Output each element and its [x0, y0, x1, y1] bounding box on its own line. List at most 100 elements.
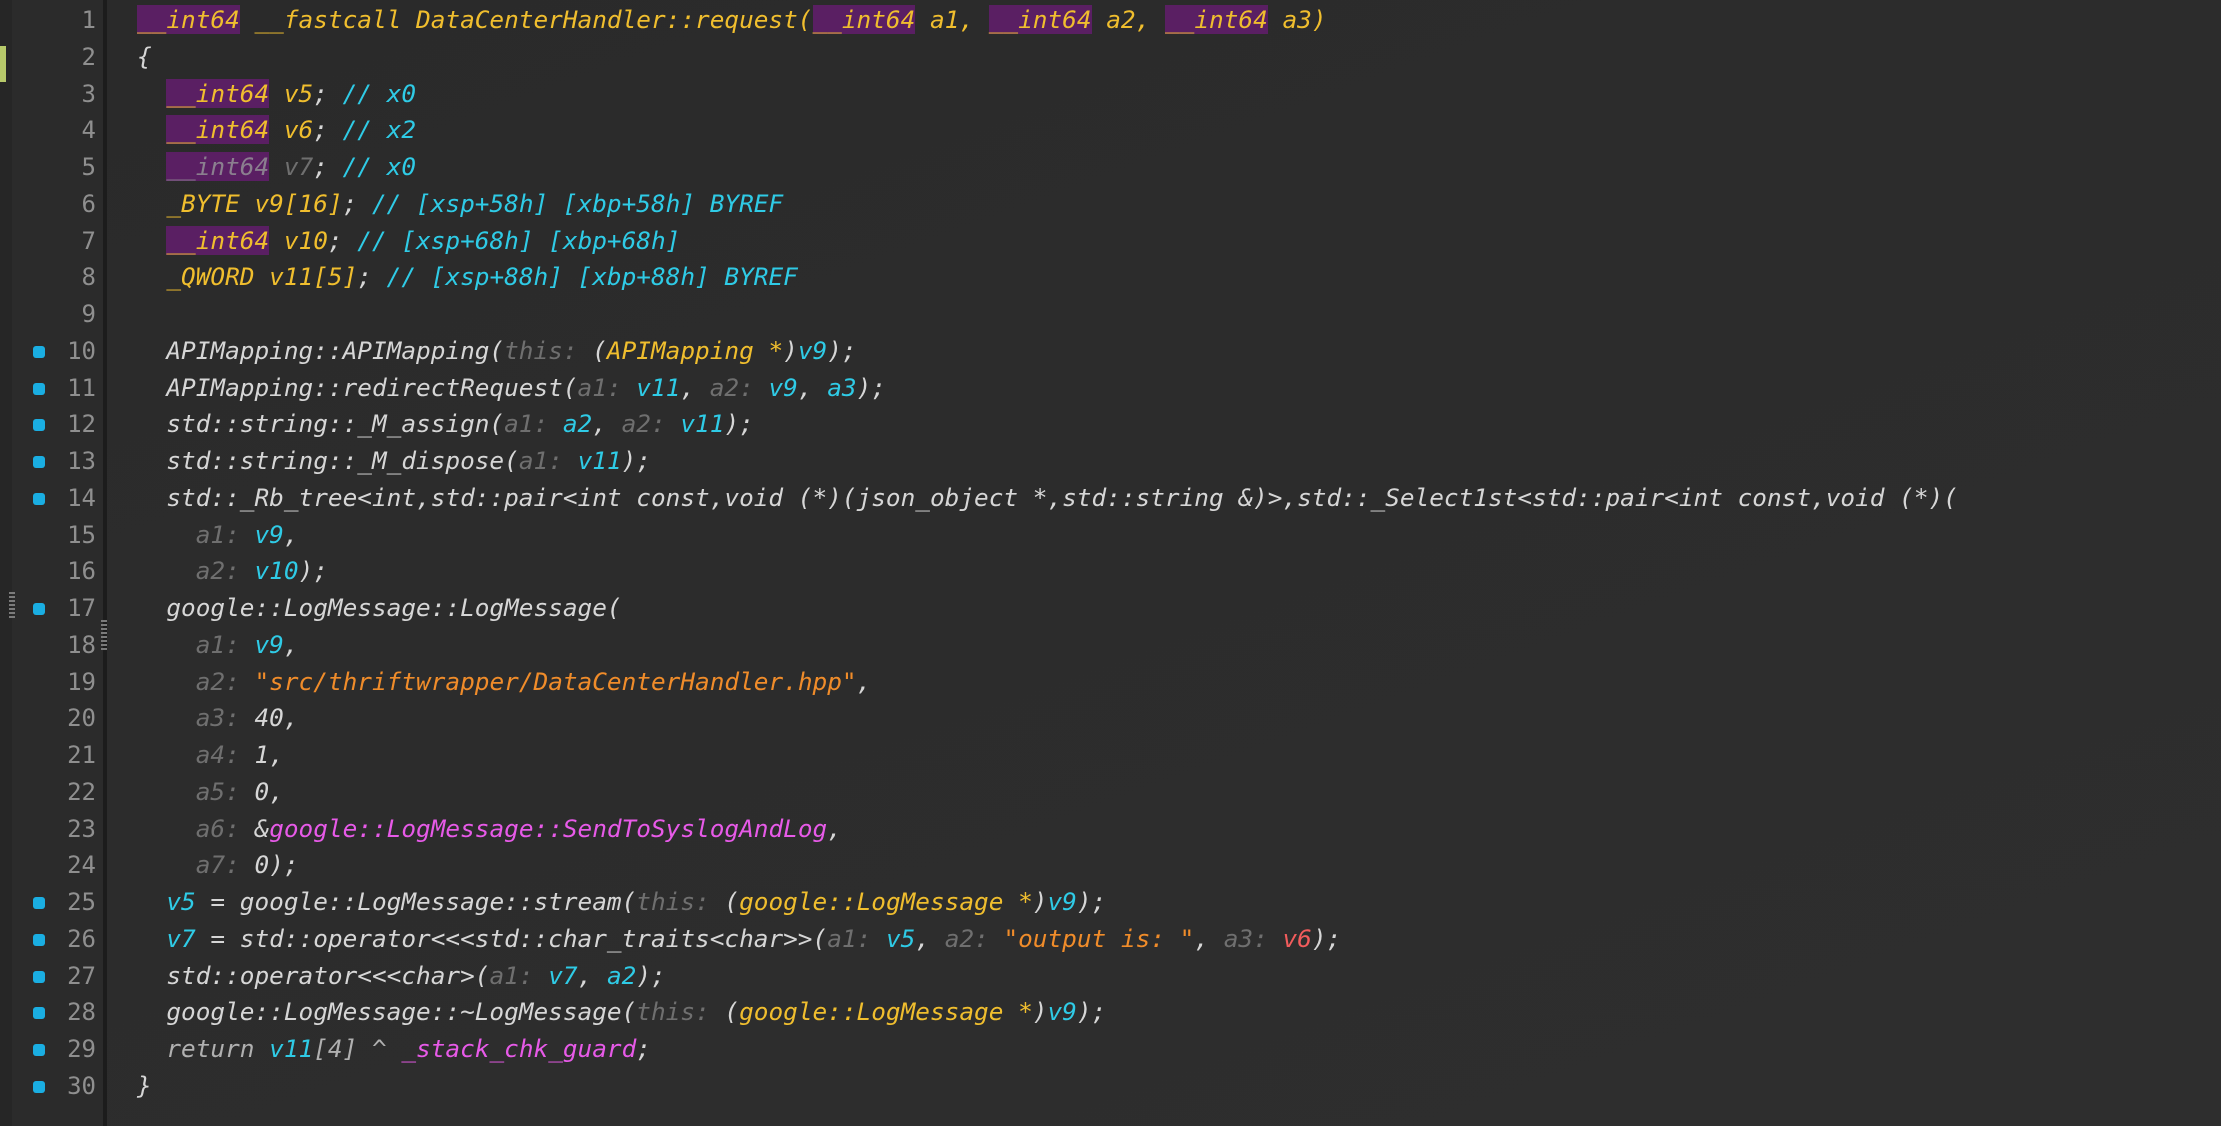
code-token: 0	[254, 850, 270, 880]
breakpoint-marker-icon[interactable]	[33, 382, 45, 395]
code-text[interactable]: a7: 0);	[137, 847, 299, 884]
line-number: 2	[81, 42, 96, 71]
code-line[interactable]: 6 _BYTE v9[16]; // [xsp+58h] [xbp+58h] B…	[0, 186, 2221, 223]
code-text[interactable]: a1: v9,	[137, 517, 299, 554]
code-text[interactable]: std::string::_M_dispose(a1: v11);	[137, 443, 651, 480]
code-text[interactable]: a4: 1,	[137, 737, 284, 774]
code-text[interactable]: a2: "src/thriftwrapper/DataCenterHandler…	[137, 664, 872, 701]
code-text[interactable]: _QWORD v11[5]; // [xsp+88h] [xbp+88h] BY…	[137, 259, 797, 296]
code-line[interactable]: 9	[0, 296, 2221, 333]
breakpoint-marker-icon[interactable]	[33, 456, 45, 468]
code-line[interactable]: 26 v7 = std::operator<<<std::char_traits…	[0, 921, 2221, 958]
code-line[interactable]: 29 return v11[4] ^ _stack_chk_guard;	[0, 1031, 2221, 1068]
code-line[interactable]: 18 a1: v9,	[0, 627, 2221, 664]
breakpoint-marker-icon[interactable]	[33, 933, 45, 946]
code-text[interactable]: }	[137, 1068, 152, 1105]
code-line[interactable]: 15 a1: v9,	[0, 517, 2221, 554]
code-line[interactable]: 22 a5: 0,	[0, 774, 2221, 811]
decompiler-code-view[interactable]: 1 __int64 __fastcall DataCenterHandler::r…	[0, 0, 2221, 1126]
code-token: std::operator<<<char>(	[166, 960, 490, 990]
code-text[interactable]: __int64 __fastcall DataCenterHandler::re…	[137, 2, 1327, 39]
code-text[interactable]: {	[137, 39, 152, 76]
code-text[interactable]: std::string::_M_assign(a1: a2, a2: v11);	[137, 406, 753, 443]
code-token: __int64	[988, 5, 1092, 34]
code-line[interactable]: 14 std::_Rb_tree<int,std::pair<int const…	[0, 480, 2221, 517]
code-line[interactable]: 5 __int64 v7; // x0	[0, 149, 2221, 186]
breakpoint-marker-icon[interactable]	[33, 1044, 45, 1056]
code-token: v9	[1047, 997, 1077, 1027]
code-token: google::LogMessage::~LogMessage(	[166, 997, 637, 1027]
code-token: )	[783, 335, 798, 365]
code-line[interactable]: 28 google::LogMessage::~LogMessage(this:…	[0, 994, 2221, 1031]
code-line[interactable]: 21 a4: 1,	[0, 737, 2221, 774]
code-token: // [xsp+68h] [xbp+68h]	[357, 225, 681, 255]
code-line[interactable]: 30}	[0, 1068, 2221, 1105]
code-token: {	[137, 41, 152, 71]
code-line[interactable]: 27 std::operator<<<char>(a1: v7, a2);	[0, 958, 2221, 995]
breakpoint-marker-icon[interactable]	[33, 345, 45, 358]
code-token: google::LogMessage *	[739, 997, 1033, 1027]
code-text[interactable]: __int64 v7; // x0	[137, 149, 416, 186]
code-line[interactable]: 17 google::LogMessage::LogMessage(	[0, 590, 2221, 627]
code-text[interactable]: a2: v10);	[137, 553, 328, 590]
code-token: a1:	[195, 519, 255, 549]
code-token: _stack_chk_guard	[401, 1034, 637, 1063]
code-token: ,	[680, 372, 710, 402]
code-text[interactable]: std::_Rb_tree<int,std::pair<int const,vo…	[137, 480, 1958, 517]
code-token: a4:	[195, 740, 255, 769]
line-number: 17	[67, 594, 96, 622]
code-text[interactable]: __int64 v6; // x2	[137, 112, 416, 149]
code-text[interactable]: a3: 40,	[137, 700, 299, 737]
breakpoint-marker-icon[interactable]	[33, 603, 45, 615]
code-text[interactable]: a6: &google::LogMessage::SendToSyslogAnd…	[137, 811, 842, 848]
code-token: 0	[254, 776, 270, 806]
code-line[interactable]: 12 std::string::_M_assign(a1: a2, a2: v1…	[0, 406, 2221, 443]
code-line[interactable]: 16 a2: v10);	[0, 553, 2221, 590]
code-line[interactable]: 24 a7: 0);	[0, 847, 2221, 884]
code-text[interactable]: std::operator<<<char>(a1: v7, a2);	[137, 958, 665, 995]
breakpoint-marker-icon[interactable]	[33, 419, 45, 432]
code-line[interactable]: 7 __int64 v10; // [xsp+68h] [xbp+68h]	[0, 223, 2221, 260]
code-text[interactable]: __int64 v10; // [xsp+68h] [xbp+68h]	[137, 223, 680, 260]
breakpoint-marker-icon[interactable]	[33, 970, 45, 983]
code-line[interactable]: 11 APIMapping::redirectRequest(a1: v11, …	[0, 370, 2221, 407]
code-line[interactable]: 13 std::string::_M_dispose(a1: v11);	[0, 443, 2221, 480]
breakpoint-marker-icon[interactable]	[33, 492, 45, 505]
code-line[interactable]: 2{	[0, 39, 2221, 76]
code-line[interactable]: 23 a6: &google::LogMessage::SendToSyslog…	[0, 811, 2221, 848]
breakpoint-marker-icon[interactable]	[33, 1007, 45, 1020]
code-line[interactable]: 20 a3: 40,	[0, 700, 2221, 737]
code-line[interactable]: 3 __int64 v5; // x0	[0, 76, 2221, 113]
line-number: 12	[67, 410, 96, 439]
breakpoint-marker-icon[interactable]	[33, 897, 45, 909]
code-token: );	[1311, 923, 1342, 953]
code-line[interactable]: 19 a2: "src/thriftwrapper/DataCenterHand…	[0, 664, 2221, 701]
code-text[interactable]: APIMapping::APIMapping(this: (APIMapping…	[137, 333, 856, 370]
code-line[interactable]: 10 APIMapping::APIMapping(this: (APIMapp…	[0, 333, 2221, 370]
code-text[interactable]: google::LogMessage::LogMessage(	[137, 590, 621, 627]
code-text[interactable]: APIMapping::redirectRequest(a1: v11, a2:…	[137, 370, 886, 407]
code-line[interactable]: 8 _QWORD v11[5]; // [xsp+88h] [xbp+88h] …	[0, 259, 2221, 296]
code-text[interactable]: v5 = google::LogMessage::stream(this: (g…	[137, 884, 1106, 921]
code-text[interactable]: a5: 0,	[137, 774, 284, 811]
code-text[interactable]: a1: v9,	[137, 627, 299, 664]
code-token: v9	[1047, 887, 1077, 916]
code-line[interactable]: 4 __int64 v6; // x2	[0, 112, 2221, 149]
code-text[interactable]: google::LogMessage::~LogMessage(this: (g…	[137, 994, 1106, 1031]
code-line[interactable]: 25 v5 = google::LogMessage::stream(this:…	[0, 884, 2221, 921]
code-text[interactable]: _BYTE v9[16]; // [xsp+58h] [xbp+58h] BYR…	[137, 186, 783, 223]
code-text[interactable]: v7 = std::operator<<<std::char_traits<ch…	[137, 921, 1341, 958]
code-token: v11	[269, 1034, 314, 1063]
code-token: std::string::_M_dispose(	[166, 446, 519, 475]
code-text[interactable]: return v11[4] ^ _stack_chk_guard;	[137, 1031, 651, 1068]
code-token: ,	[283, 703, 299, 733]
code-token: APIMapping *	[606, 335, 784, 365]
breakpoint-marker-icon[interactable]	[33, 1080, 45, 1093]
code-line[interactable]: 1 __int64 __fastcall DataCenterHandler::r…	[0, 2, 2221, 39]
code-text[interactable]: __int64 v5; // x0	[137, 76, 416, 113]
code-token: a3)	[1267, 5, 1327, 34]
